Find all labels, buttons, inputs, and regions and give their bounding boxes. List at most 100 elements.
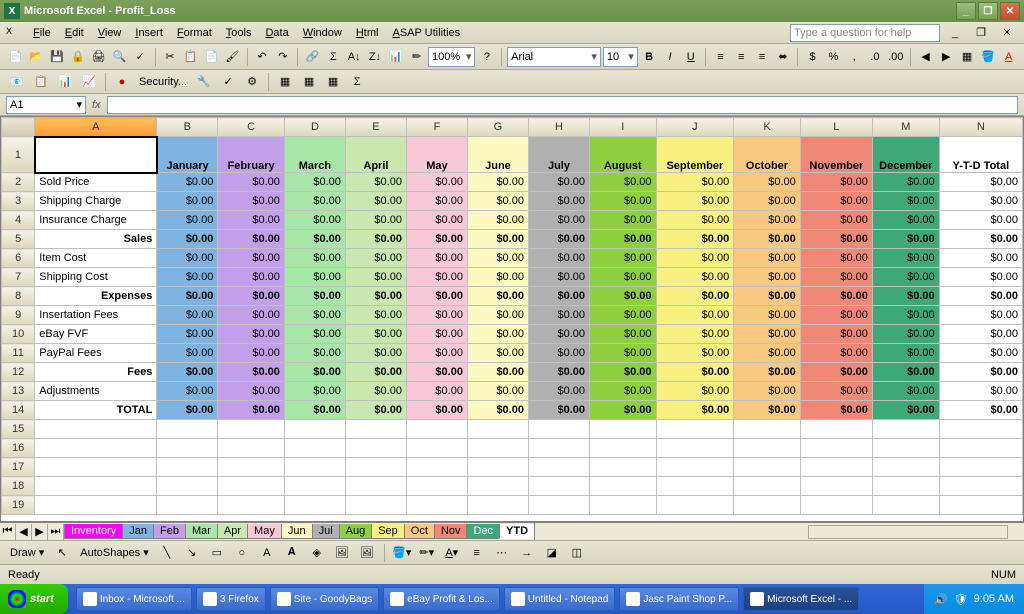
cell-M19[interactable]	[872, 496, 939, 515]
cell-N8[interactable]: $0.00	[939, 287, 1022, 306]
fill-icon[interactable]: 🪣▾	[391, 542, 413, 564]
menu-view[interactable]: View	[91, 24, 129, 42]
save-icon[interactable]: 💾	[48, 46, 67, 68]
menu-format[interactable]: Format	[170, 24, 219, 42]
cell-K6[interactable]: $0.00	[734, 249, 801, 268]
cell-K3[interactable]: $0.00	[734, 192, 801, 211]
cell-A15[interactable]	[35, 420, 157, 439]
cell-L6[interactable]: $0.00	[800, 249, 872, 268]
sheet-tab-Apr[interactable]: Apr	[217, 524, 248, 539]
row-label-12[interactable]: Fees	[35, 363, 157, 382]
cell-B17[interactable]	[157, 458, 218, 477]
cell-I2[interactable]: $0.00	[589, 173, 656, 192]
cell-H17[interactable]	[528, 458, 589, 477]
cell-A19[interactable]	[35, 496, 157, 515]
row-header-19[interactable]: 19	[2, 496, 35, 515]
cell-E14[interactable]: $0.00	[345, 401, 406, 420]
currency-icon[interactable]: $	[803, 46, 822, 68]
row-header-5[interactable]: 5	[2, 230, 35, 249]
cell-L4[interactable]: $0.00	[800, 211, 872, 230]
undo-icon[interactable]: ↶	[253, 46, 272, 68]
sheet-tab-Mar[interactable]: Mar	[185, 524, 218, 539]
cell-I19[interactable]	[589, 496, 656, 515]
tab-nav-prev[interactable]: ◀	[16, 524, 32, 540]
tray-icon[interactable]: 🛡	[954, 593, 968, 606]
tb2-icon8[interactable]: ▦	[274, 71, 296, 93]
tb2-icon3[interactable]: 📊	[54, 71, 76, 93]
cell-K11[interactable]: $0.00	[734, 344, 801, 363]
select-all-corner[interactable]	[2, 118, 35, 137]
cell-A1[interactable]	[35, 137, 157, 173]
cell-K14[interactable]: $0.00	[734, 401, 801, 420]
cell-J14[interactable]: $0.00	[656, 401, 734, 420]
clipart-icon[interactable]: 🖼	[331, 542, 353, 564]
col-header-A[interactable]: A	[35, 118, 157, 137]
sheet-tab-Jul[interactable]: Jul	[312, 524, 340, 539]
cell-E16[interactable]	[345, 439, 406, 458]
tab-nav-first[interactable]: ⏮	[0, 524, 16, 540]
cell-I18[interactable]	[589, 477, 656, 496]
inc-indent-icon[interactable]: ▶	[937, 46, 956, 68]
header-November[interactable]: November	[800, 137, 872, 173]
cell-L10[interactable]: $0.00	[800, 325, 872, 344]
cell-N11[interactable]: $0.00	[939, 344, 1022, 363]
row-header-15[interactable]: 15	[2, 420, 35, 439]
doc-minimize-button[interactable]: _	[944, 22, 966, 44]
arrow-icon[interactable]: ↘	[181, 542, 203, 564]
cell-D15[interactable]	[284, 420, 345, 439]
security-button[interactable]: Security...	[135, 76, 191, 88]
cell-C18[interactable]	[218, 477, 285, 496]
row-header-11[interactable]: 11	[2, 344, 35, 363]
cell-C15[interactable]	[218, 420, 285, 439]
drawing-icon[interactable]: ✏	[407, 46, 426, 68]
cell-M11[interactable]: $0.00	[872, 344, 939, 363]
cell-J10[interactable]: $0.00	[656, 325, 734, 344]
task-button[interactable]: Jasc Paint Shop P...	[619, 587, 739, 611]
cell-E2[interactable]: $0.00	[345, 173, 406, 192]
diagram-icon[interactable]: ◈	[306, 542, 328, 564]
cell-B9[interactable]: $0.00	[157, 306, 218, 325]
cell-I4[interactable]: $0.00	[589, 211, 656, 230]
cell-M4[interactable]: $0.00	[872, 211, 939, 230]
cell-N2[interactable]: $0.00	[939, 173, 1022, 192]
tb2-icon7[interactable]: ⚙	[241, 71, 263, 93]
cell-K13[interactable]: $0.00	[734, 382, 801, 401]
cell-H18[interactable]	[528, 477, 589, 496]
cell-E17[interactable]	[345, 458, 406, 477]
cell-D8[interactable]: $0.00	[284, 287, 345, 306]
cell-J2[interactable]: $0.00	[656, 173, 734, 192]
row-label-2[interactable]: Sold Price	[35, 173, 157, 192]
header-April[interactable]: April	[345, 137, 406, 173]
cell-I6[interactable]: $0.00	[589, 249, 656, 268]
cell-N3[interactable]: $0.00	[939, 192, 1022, 211]
cell-G4[interactable]: $0.00	[467, 211, 528, 230]
row-header-1[interactable]: 1	[2, 137, 35, 173]
sort-asc-icon[interactable]: A↓	[345, 46, 364, 68]
cell-M2[interactable]: $0.00	[872, 173, 939, 192]
cell-H2[interactable]: $0.00	[528, 173, 589, 192]
cell-D14[interactable]: $0.00	[284, 401, 345, 420]
cell-L17[interactable]	[800, 458, 872, 477]
cell-G12[interactable]: $0.00	[467, 363, 528, 382]
cell-L12[interactable]: $0.00	[800, 363, 872, 382]
cell-F9[interactable]: $0.00	[406, 306, 467, 325]
tb2-icon2[interactable]: 📋	[30, 71, 52, 93]
cell-J13[interactable]: $0.00	[656, 382, 734, 401]
cell-A17[interactable]	[35, 458, 157, 477]
cell-F4[interactable]: $0.00	[406, 211, 467, 230]
cell-I17[interactable]	[589, 458, 656, 477]
maximize-button[interactable]: ❐	[978, 2, 998, 20]
cell-E19[interactable]	[345, 496, 406, 515]
cell-B13[interactable]: $0.00	[157, 382, 218, 401]
cell-M9[interactable]: $0.00	[872, 306, 939, 325]
tab-nav-next[interactable]: ▶	[32, 524, 48, 540]
textbox-icon[interactable]: A	[256, 542, 278, 564]
cell-N17[interactable]	[939, 458, 1022, 477]
link-icon[interactable]: 🔗	[303, 46, 322, 68]
menu-tools[interactable]: Tools	[219, 24, 259, 42]
cell-J19[interactable]	[656, 496, 734, 515]
row-label-7[interactable]: Shipping Cost	[35, 268, 157, 287]
cell-K17[interactable]	[734, 458, 801, 477]
cell-L19[interactable]	[800, 496, 872, 515]
cell-A18[interactable]	[35, 477, 157, 496]
